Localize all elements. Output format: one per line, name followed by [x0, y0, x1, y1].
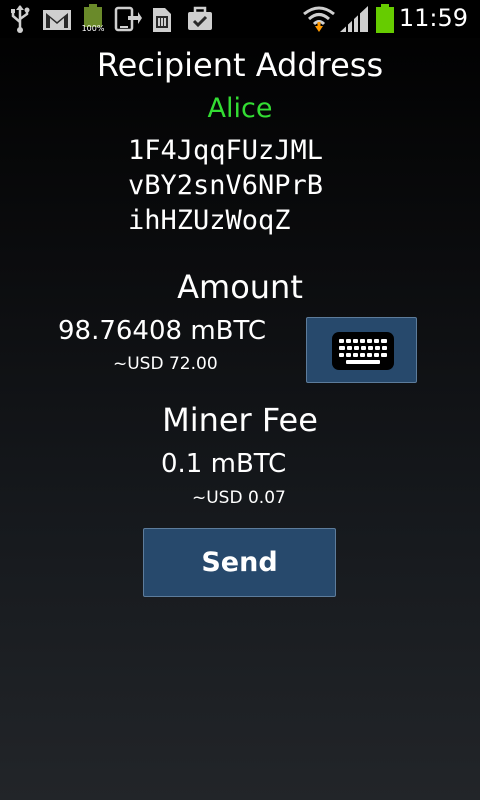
recipient-name: Alice: [207, 93, 273, 124]
address-line-3: ihHZUzWoqZ: [128, 205, 291, 236]
miner-fee-value: 0.1 mBTC: [161, 449, 287, 479]
amount-value: 98.76408 mBTC: [58, 316, 266, 346]
battery-percent-label: 100%: [81, 24, 105, 33]
usb-icon: [11, 5, 30, 33]
battery-icon: [376, 4, 394, 33]
miner-fee-usd: ~USD 0.07: [192, 488, 286, 508]
briefcase-check-icon: [188, 6, 212, 30]
amount-usd: ~USD 72.00: [113, 354, 218, 374]
miner-fee-title: Miner Fee: [162, 401, 318, 439]
keyboard-icon: [332, 332, 394, 370]
send-button[interactable]: Send: [143, 528, 336, 597]
amount-title: Amount: [177, 268, 303, 306]
download-icon: [114, 6, 142, 32]
address-line-2: vBY2snV6NPrB: [128, 170, 324, 201]
sd-card-icon: [153, 8, 171, 32]
recipient-address-title: Recipient Address: [96, 46, 384, 84]
status-time: 11:59: [398, 4, 468, 32]
status-bar: 100% 11:59: [0, 0, 480, 38]
signal-icon: [340, 6, 368, 34]
keyboard-button[interactable]: [306, 317, 417, 383]
address-line-1: 1F4JqqFUzJML: [128, 135, 324, 166]
wifi-icon: [303, 6, 335, 32]
gmail-icon: [43, 10, 71, 30]
